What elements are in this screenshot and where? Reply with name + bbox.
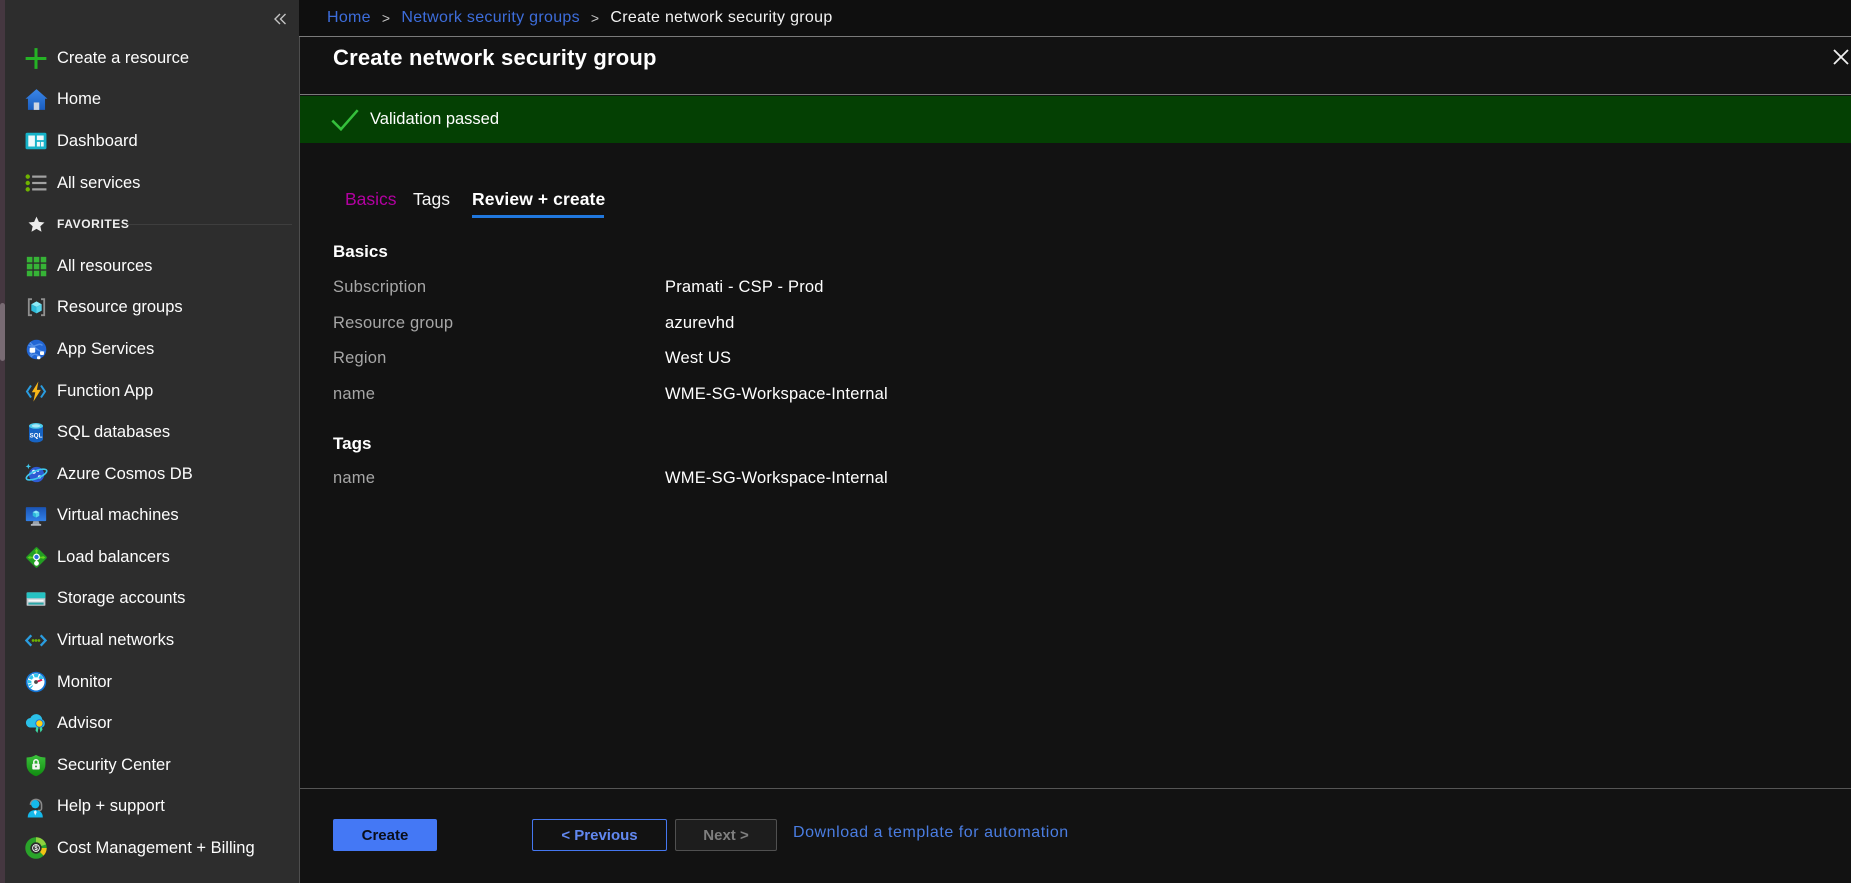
svg-text:SQL: SQL [30,432,43,439]
